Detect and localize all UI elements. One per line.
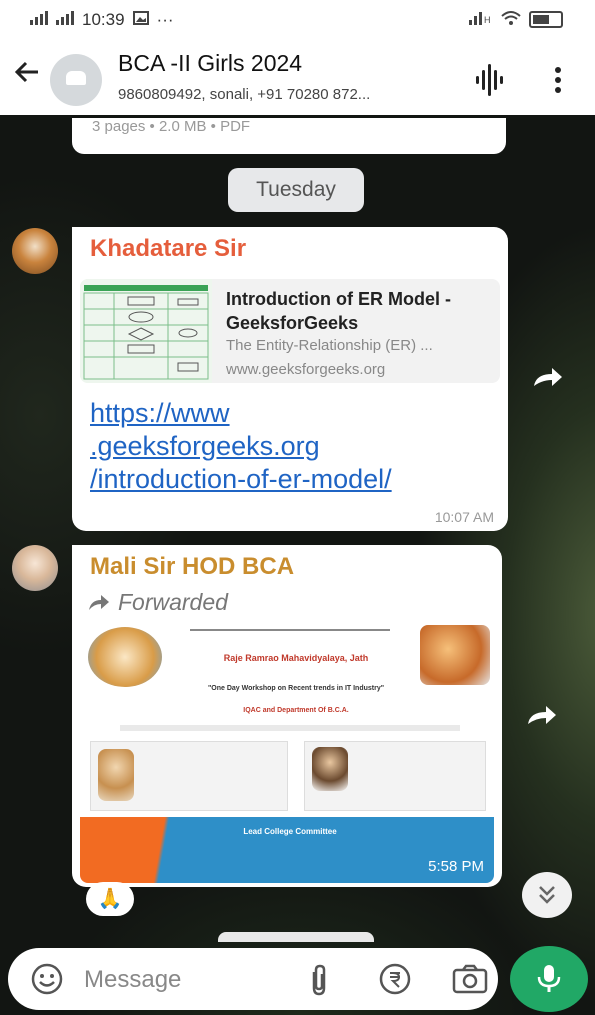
link-preview[interactable]: Introduction of ER Model - GeeksforGeeks… [80,279,500,383]
poster-text-line [190,629,390,631]
mic-icon [537,965,561,992]
reaction-badge[interactable]: 🙏 [86,882,134,916]
chat-header: BCA -II Girls 2024 9860809492, sonali, +… [0,40,595,119]
scroll-to-bottom-button[interactable] [522,872,572,918]
forwarded-label: Forwarded [88,589,228,616]
poster-text-line [120,725,460,731]
message-input[interactable] [82,958,286,1002]
voice-chat-icon[interactable] [470,62,510,98]
double-chevron-down-icon [539,886,555,904]
message-bubble[interactable]: Mali Sir HOD BCA Forwarded Raje Ramrao M… [72,545,502,887]
group-participants[interactable]: 9860809492, sonali, +91 70280 872... [118,86,370,103]
sender-name[interactable]: Mali Sir HOD BCA [90,553,294,581]
svg-text:H: H [484,15,491,25]
poster-portrait [420,625,490,685]
group-avatar[interactable] [50,54,102,106]
date-divider: Tuesday [228,168,364,212]
link-preview-site: www.geeksforgeeks.org [226,361,386,378]
more-indicator: ··· [156,10,174,29]
link-line[interactable]: https://www [90,397,500,430]
forward-icon[interactable] [530,360,566,396]
emoji-icon[interactable] [30,962,64,996]
forward-icon[interactable] [524,698,560,734]
poster-organizer: IQAC and Department Of B.C.A. [243,707,349,714]
signal-icon [56,10,74,30]
link-preview-thumbnail [80,279,212,383]
link-preview-title: Introduction of ER Model - GeeksforGeeks [226,289,451,333]
sim-icon: H [469,11,493,28]
more-options-icon[interactable] [550,60,566,100]
sender-name[interactable]: Khadatare Sir [90,235,246,263]
forwarded-text: Forwarded [118,589,228,615]
message-bubble[interactable]: Khadatare Sir Introduction of ER Model -… [72,227,508,531]
image-attachment[interactable]: Raje Ramrao Mahavidyalaya, Jath "One Day… [80,621,494,883]
camera-icon[interactable] [452,964,488,994]
message-composer [8,948,498,1010]
battery-icon [529,11,563,28]
link-line[interactable]: /introduction-of-er-model/ [90,463,500,496]
poster-footer-title: Lead College Committee [243,827,337,836]
wifi-icon [501,10,521,29]
back-arrow-icon[interactable] [10,56,44,96]
message-time: 5:58 PM [428,858,484,875]
next-message-peek [218,932,374,942]
link-preview-description: The Entity-Relationship (ER) ... [226,337,433,354]
guest-photo [98,749,134,801]
sender-avatar[interactable] [12,228,58,274]
poster-college: Raje Ramrao Mahavidyalaya, Jath [223,653,369,663]
attach-icon[interactable] [306,962,332,998]
status-time: 10:39 [82,10,125,29]
poster-event: "One Day Workshop on Recent trends in IT… [207,685,385,692]
payment-icon[interactable] [378,962,412,996]
status-bar: 10:39 ··· H [0,0,595,40]
message-time: 10:07 AM [434,509,494,525]
guest-photo [312,747,348,791]
group-title[interactable]: BCA -II Girls 2024 [118,50,302,77]
college-logo [88,627,162,687]
document-meta: 3 pages • 2.0 MB • PDF [92,118,251,135]
voice-record-button[interactable] [510,946,588,1012]
message-link[interactable]: https://www .geeksforgeeks.org /introduc… [90,397,500,496]
document-message[interactable]: 3 pages • 2.0 MB • PDF [72,118,506,154]
link-line[interactable]: .geeksforgeeks.org [90,430,500,463]
sender-avatar[interactable] [12,545,58,591]
forwarded-icon [89,594,109,610]
gallery-icon [132,10,149,30]
signal-icon [30,10,48,30]
